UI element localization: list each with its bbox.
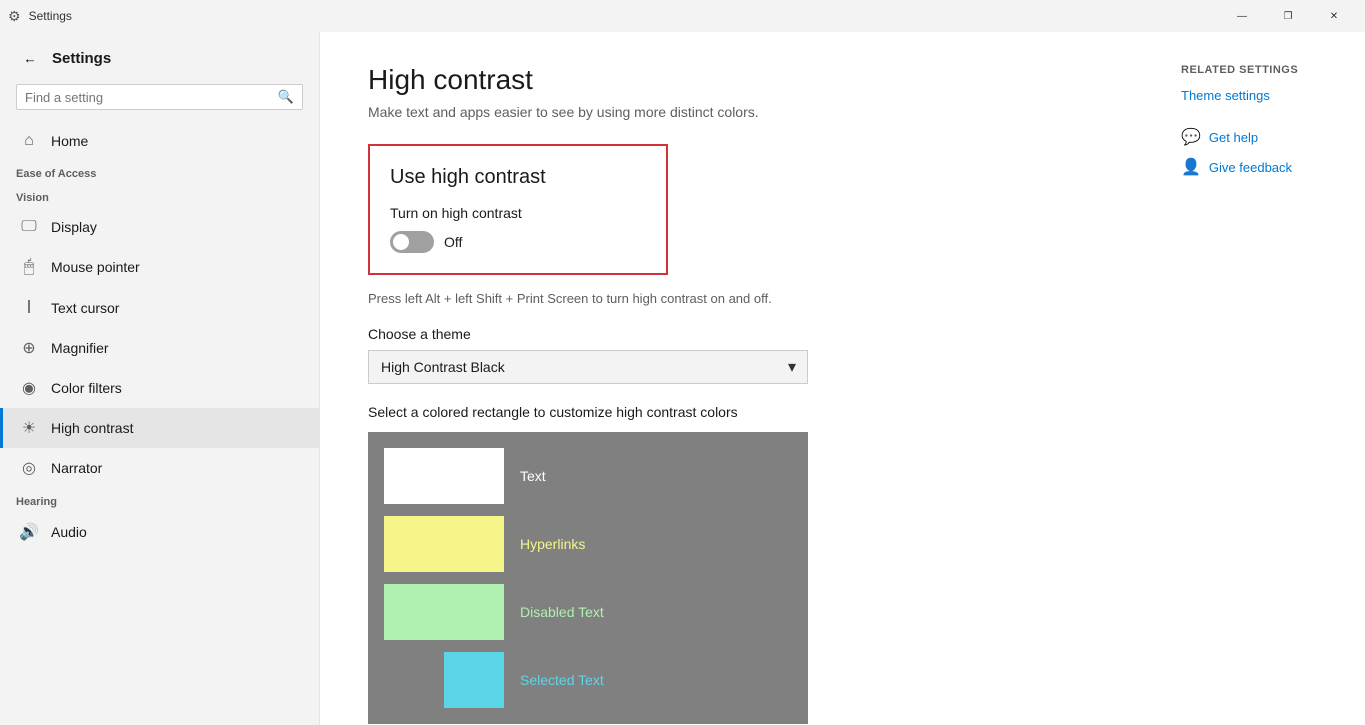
display-icon: 🖵 (19, 218, 39, 236)
sidebar-app-title: Settings (52, 50, 111, 67)
sidebar-item-color-filters[interactable]: ◉ Color filters (0, 368, 319, 408)
sidebar-item-label-mouse-pointer: Mouse pointer (51, 259, 140, 275)
sidebar-item-audio[interactable]: 🔊 Audio (0, 512, 319, 552)
sidebar-item-narrator[interactable]: ◎ Narrator (0, 448, 319, 488)
search-box[interactable]: 🔍 (16, 84, 303, 110)
color-swatch-disabled-text[interactable] (384, 584, 504, 640)
search-icon: 🔍 (278, 89, 294, 105)
back-button[interactable]: ← (16, 44, 44, 72)
sidebar-item-home[interactable]: ⌂ Home (0, 122, 319, 160)
mouse-pointer-icon: 🖱 (19, 256, 39, 277)
color-name-disabled-text: Disabled Text (520, 604, 604, 620)
maximize-button[interactable]: ❐ (1265, 0, 1311, 32)
high-contrast-icon: ☀ (19, 418, 39, 438)
sidebar-item-mouse-pointer[interactable]: 🖱 Mouse pointer (0, 246, 319, 287)
get-help-icon: 💬 (1181, 127, 1201, 147)
get-help-item: 💬 Get help (1181, 127, 1349, 147)
toggle-state-label: Off (444, 234, 462, 250)
color-row-disabled-text: Disabled Text (384, 584, 792, 640)
toggle-knob (393, 234, 409, 250)
color-name-text: Text (520, 468, 546, 484)
close-button[interactable]: ✕ (1311, 0, 1357, 32)
toggle-label: Turn on high contrast (390, 205, 646, 221)
help-section: 💬 Get help 👤 Give feedback (1181, 127, 1349, 177)
titlebar: ⚙ Settings — ❐ ✕ (0, 0, 1365, 32)
sidebar-item-label-home: Home (51, 133, 88, 149)
app-layout: ← Settings 🔍 ⌂ Home Ease of Access Visio… (0, 32, 1365, 725)
minimize-button[interactable]: — (1219, 0, 1265, 32)
sidebar-item-text-cursor[interactable]: I Text cursor (0, 287, 319, 328)
theme-label: Choose a theme (368, 326, 1117, 342)
related-settings-title: Related settings (1181, 64, 1349, 76)
page-title: High contrast (368, 64, 1117, 96)
high-contrast-box-title: Use high contrast (390, 166, 646, 189)
high-contrast-box: Use high contrast Turn on high contrast … (368, 144, 668, 275)
sidebar-item-label-audio: Audio (51, 524, 87, 540)
color-row-hyperlinks: Hyperlinks (384, 516, 792, 572)
section-ease-of-access: Ease of Access (0, 160, 319, 184)
back-icon: ← (23, 51, 36, 66)
theme-select[interactable]: High Contrast Black High Contrast White … (368, 350, 808, 384)
color-row-selected-text: Selected Text (384, 652, 792, 708)
main-content: High contrast Make text and apps easier … (320, 32, 1165, 725)
titlebar-title: Settings (29, 9, 72, 23)
sidebar: ← Settings 🔍 ⌂ Home Ease of Access Visio… (0, 32, 320, 725)
sidebar-item-label-display: Display (51, 219, 97, 235)
color-filters-icon: ◉ (19, 378, 39, 398)
search-input[interactable] (25, 90, 278, 105)
magnifier-icon: ⊕ (19, 338, 39, 358)
color-swatch-selected-text[interactable] (384, 652, 444, 708)
color-row-text: Text (384, 448, 792, 504)
theme-select-wrapper[interactable]: High Contrast Black High Contrast White … (368, 350, 808, 384)
give-feedback-link[interactable]: Give feedback (1209, 160, 1292, 175)
sidebar-header: ← Settings (0, 32, 319, 80)
high-contrast-toggle[interactable] (390, 231, 434, 253)
sidebar-item-label-high-contrast: High contrast (51, 420, 133, 436)
color-name-selected-text: Selected Text (520, 672, 604, 688)
page-subtitle: Make text and apps easier to see by usin… (368, 104, 1117, 120)
give-feedback-icon: 👤 (1181, 157, 1201, 177)
theme-settings-link[interactable]: Theme settings (1181, 88, 1349, 103)
audio-icon: 🔊 (19, 522, 39, 542)
get-help-link[interactable]: Get help (1209, 130, 1258, 145)
sidebar-item-display[interactable]: 🖵 Display (0, 208, 319, 246)
home-icon: ⌂ (19, 132, 39, 150)
color-section-label: Select a colored rectangle to customize … (368, 404, 1117, 420)
section-hearing: Hearing (0, 488, 319, 512)
sidebar-item-label-text-cursor: Text cursor (51, 300, 119, 316)
text-cursor-icon: I (19, 297, 39, 318)
color-swatch-selected-text-2[interactable] (444, 652, 504, 708)
toggle-row: Off (390, 231, 646, 253)
right-panel: Related settings Theme settings 💬 Get he… (1165, 32, 1365, 725)
titlebar-left: ⚙ Settings (0, 8, 72, 25)
narrator-icon: ◎ (19, 458, 39, 478)
settings-icon: ⚙ (8, 8, 21, 25)
give-feedback-item: 👤 Give feedback (1181, 157, 1349, 177)
color-swatch-hyperlinks[interactable] (384, 516, 504, 572)
selected-text-container (384, 652, 504, 708)
sidebar-item-label-magnifier: Magnifier (51, 340, 109, 356)
titlebar-controls: — ❐ ✕ (1219, 0, 1357, 32)
sidebar-item-label-narrator: Narrator (51, 460, 102, 476)
color-grid: Text Hyperlinks Disabled Text Selected T… (368, 432, 808, 724)
sidebar-item-magnifier[interactable]: ⊕ Magnifier (0, 328, 319, 368)
shortcut-hint: Press left Alt + left Shift + Print Scre… (368, 291, 1117, 306)
color-name-hyperlinks: Hyperlinks (520, 536, 585, 552)
color-swatch-text[interactable] (384, 448, 504, 504)
sidebar-item-label-color-filters: Color filters (51, 380, 122, 396)
sidebar-item-high-contrast[interactable]: ☀ High contrast (0, 408, 319, 448)
section-vision: Vision (0, 184, 319, 208)
